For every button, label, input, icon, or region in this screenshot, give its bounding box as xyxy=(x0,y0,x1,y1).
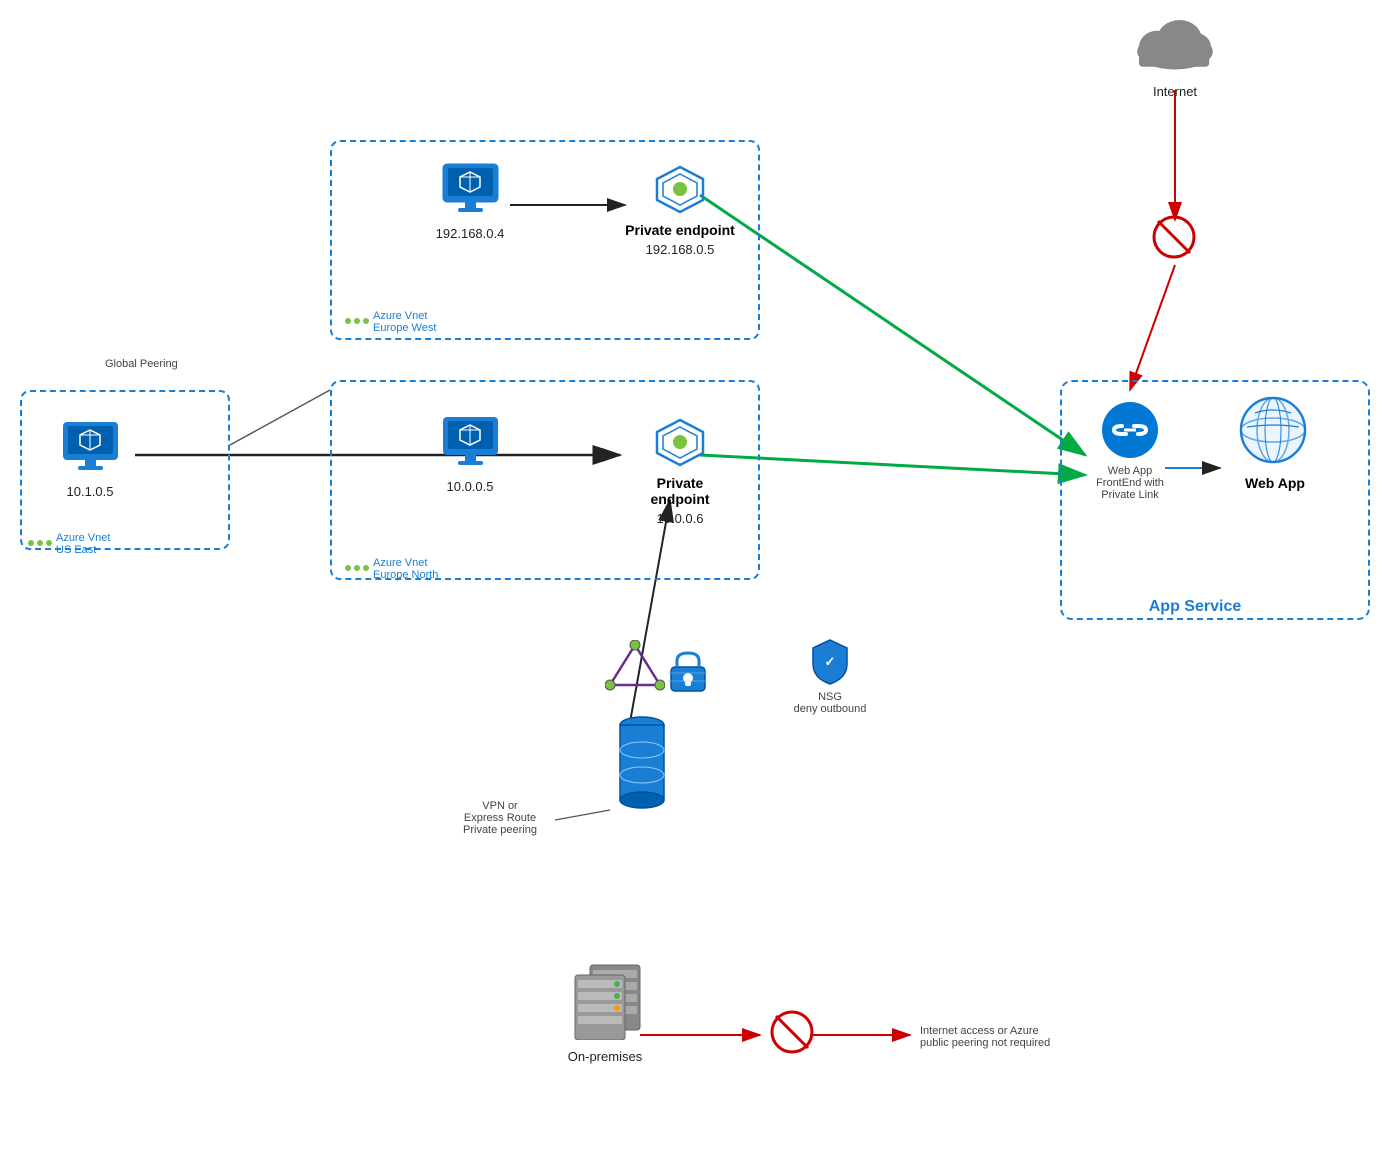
vm-europe-west-node: 192.168.0.4 xyxy=(430,162,510,243)
pe-europe-north-node: Privateendpoint 10.0.0.6 xyxy=(625,415,735,528)
vm-europe-north-icon xyxy=(438,415,503,470)
on-premises-label: On-premises xyxy=(555,1049,655,1066)
internet-label: Internet xyxy=(1115,84,1235,101)
diagram-container: Internet 192.168.0.4 xyxy=(0,0,1387,1172)
vpn-label-node: VPN orExpress RoutePrivate peering xyxy=(430,800,570,836)
no-internet-label-text: Internet access or Azurepublic peering n… xyxy=(920,1025,1140,1049)
vpn-cylinder-node xyxy=(612,710,672,825)
svg-text:✓: ✓ xyxy=(825,654,836,669)
on-premises-node: On-premises xyxy=(555,960,655,1066)
vnet-us-east-label-area: Azure VnetUS East xyxy=(28,530,110,556)
on-premises-server-icon xyxy=(560,960,650,1040)
vpn-triangle-icon xyxy=(605,640,665,695)
no-internet-label-node: Internet access or Azurepublic peering n… xyxy=(920,1025,1140,1049)
pe-europe-west-icon xyxy=(653,162,708,217)
app-service-label-node: App Service xyxy=(1115,598,1275,616)
vm-europe-north-node: 10.0.0.5 xyxy=(430,415,510,496)
vnet-europe-north-label-area: Azure VnetEurope North xyxy=(345,555,438,581)
cloud-icon xyxy=(1130,10,1220,75)
vm-europe-west-icon xyxy=(438,162,503,217)
vm-us-east-icon xyxy=(58,420,123,475)
vnet-europe-north-label: Azure VnetEurope North xyxy=(373,557,438,581)
pe-europe-north-ip: 10.0.0.6 xyxy=(625,511,735,528)
nsg-shield-icon: ✓ xyxy=(809,638,851,686)
app-service-label-text: App Service xyxy=(1115,598,1275,616)
pe-europe-north-icon xyxy=(653,415,708,470)
internet-blocked-sign xyxy=(1152,215,1196,264)
vnet-europe-west-label-area: Azure VnetEurope West xyxy=(345,308,436,334)
web-app-label: Web App xyxy=(1225,475,1325,491)
vm-europe-north-ip: 10.0.0.5 xyxy=(430,479,510,496)
private-link-icon xyxy=(1100,400,1160,460)
web-app-frontend-label: Web AppFrontEnd withPrivate Link xyxy=(1080,465,1180,501)
vm-us-east-ip: 10.1.0.5 xyxy=(50,484,130,501)
vnet-europe-west-label: Azure VnetEurope West xyxy=(373,310,436,334)
vnet-us-east-dots xyxy=(28,540,52,546)
vpn-lock-icon xyxy=(663,645,713,695)
vnet-europe-west-dots xyxy=(345,318,369,324)
vpn-label-text: VPN orExpress RoutePrivate peering xyxy=(430,800,570,836)
no-entry-internet-icon xyxy=(1152,215,1196,259)
web-app-frontend-node: Web AppFrontEnd withPrivate Link xyxy=(1080,400,1180,501)
nsg-label: NSGdeny outbound xyxy=(790,691,870,715)
nsg-node: ✓ NSGdeny outbound xyxy=(790,638,870,715)
web-app-globe-icon xyxy=(1235,395,1315,470)
global-peering-label: Global Peering xyxy=(105,358,235,370)
internet-node: Internet xyxy=(1115,10,1235,101)
onprem-blocked-sign xyxy=(770,1010,814,1059)
web-app-globe-node: Web App xyxy=(1225,395,1325,491)
vpn-lock-node xyxy=(660,645,715,700)
vnet-europe-north-dots xyxy=(345,565,369,571)
vm-us-east-node: 10.1.0.5 xyxy=(50,420,130,501)
vnet-us-east-label: Azure VnetUS East xyxy=(56,532,110,556)
vpn-cylinder-icon xyxy=(615,710,670,820)
global-peering-text: Global Peering xyxy=(105,358,235,370)
vm-europe-west-ip: 192.168.0.4 xyxy=(430,226,510,243)
pe-europe-west-label: Private endpoint xyxy=(625,222,735,238)
pe-europe-west-node: Private endpoint 192.168.0.5 xyxy=(625,162,735,259)
pe-europe-north-label: Privateendpoint xyxy=(625,475,735,507)
no-entry-onprem-icon xyxy=(770,1010,814,1054)
pe-europe-west-ip: 192.168.0.5 xyxy=(625,242,735,259)
